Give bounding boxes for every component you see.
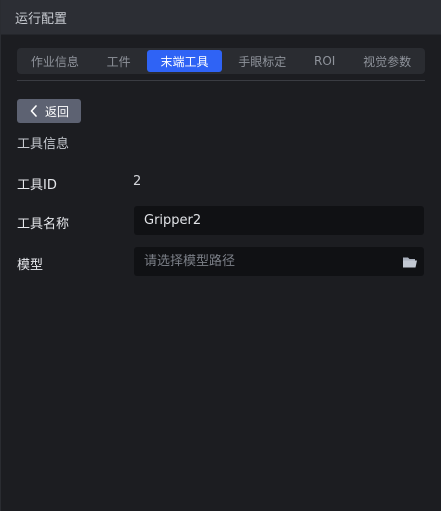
back-button[interactable]: 返回 xyxy=(17,99,81,123)
model-path-input[interactable] xyxy=(144,254,384,269)
tab-roi[interactable]: ROI xyxy=(300,50,349,72)
folder-icon[interactable] xyxy=(402,255,418,269)
tool-name-input[interactable] xyxy=(144,213,384,228)
tabs-divider xyxy=(17,80,425,81)
back-button-label: 返回 xyxy=(44,104,69,119)
chevron-left-icon xyxy=(29,105,39,117)
section-title-tool-info: 工具信息 xyxy=(17,137,70,152)
model-path-field-wrapper xyxy=(134,247,424,276)
tool-id-value: 2 xyxy=(133,174,142,189)
model-label: 模型 xyxy=(17,258,44,273)
panel-title: 运行配置 xyxy=(15,11,68,27)
tab-workpiece[interactable]: 工件 xyxy=(93,50,145,72)
run-config-panel: 运行配置 作业信息 工件 末端工具 手眼标定 ROI 视觉参数 返回 工具信息 … xyxy=(0,0,441,511)
panel-titlebar: 运行配置 xyxy=(1,0,441,35)
tab-hand-eye-calibration[interactable]: 手眼标定 xyxy=(224,50,300,72)
tab-bar: 作业信息 工件 末端工具 手眼标定 ROI 视觉参数 xyxy=(17,48,425,74)
tool-id-label: 工具ID xyxy=(17,178,57,193)
tool-name-label: 工具名称 xyxy=(17,217,70,232)
tab-job-info[interactable]: 作业信息 xyxy=(17,50,93,72)
tab-end-tool[interactable]: 末端工具 xyxy=(146,50,223,72)
tab-vision-params[interactable]: 视觉参数 xyxy=(349,50,425,72)
tool-name-field-wrapper xyxy=(134,206,424,235)
